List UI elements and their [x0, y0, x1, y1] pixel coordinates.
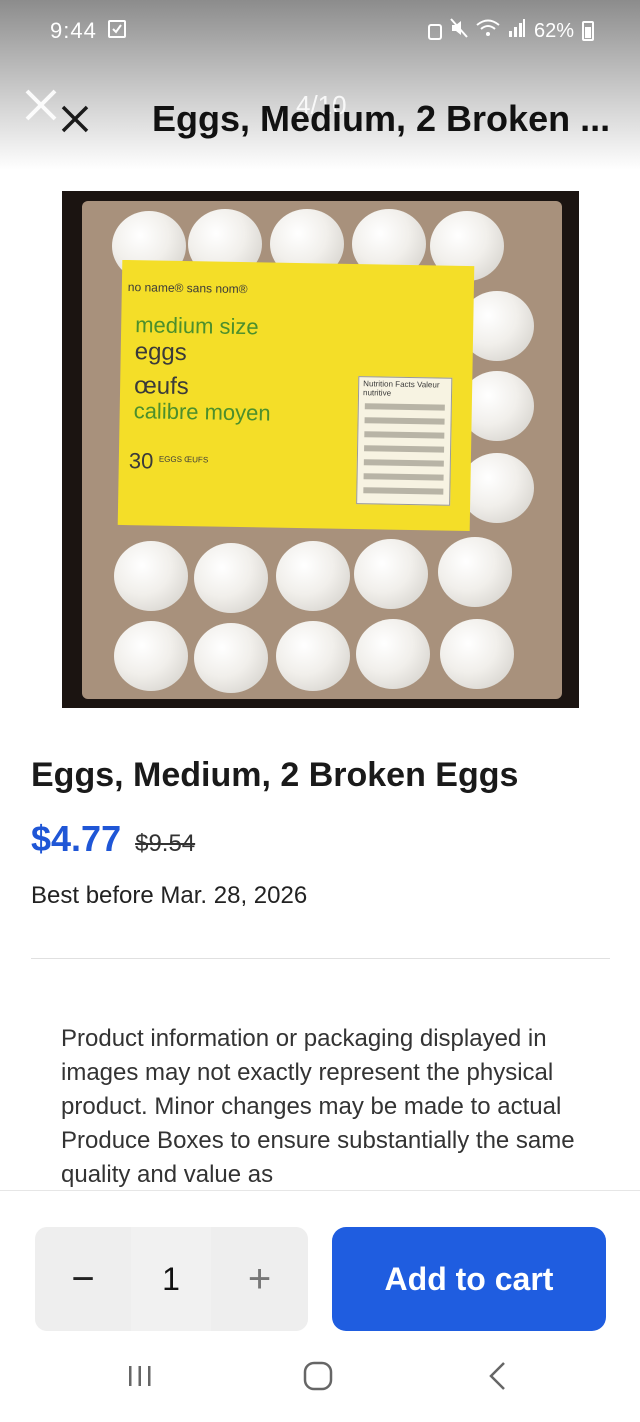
back-icon[interactable]	[484, 1360, 510, 1392]
close-icon[interactable]	[58, 102, 92, 136]
label-oeufs: œufs	[133, 372, 190, 401]
increase-quantity-button[interactable]: +	[211, 1227, 308, 1331]
label-size: medium size	[134, 312, 259, 340]
egg	[194, 543, 268, 613]
egg	[114, 621, 188, 691]
status-icons: 62%	[427, 18, 594, 44]
quantity-stepper: − 1 +	[35, 1227, 308, 1331]
check-box-icon	[108, 20, 126, 38]
egg	[356, 619, 430, 689]
decrease-quantity-button[interactable]: −	[35, 1227, 131, 1331]
status-time: 9:44	[50, 18, 97, 43]
egg	[440, 619, 514, 689]
price-row: $4.77 $9.54	[31, 818, 195, 860]
header: 4/10 Eggs, Medium, 2 Broken ...	[0, 80, 640, 160]
battery-percent: 62%	[533, 19, 574, 42]
egg-package-label: no name® sans nom® medium size eggs œufs…	[117, 259, 475, 532]
egg	[460, 453, 534, 523]
label-brand: no name® sans nom®	[127, 280, 248, 297]
lock-icon	[427, 24, 442, 40]
close-ghost-icon	[24, 88, 58, 122]
egg	[276, 541, 350, 611]
nutrition-title: Nutrition Facts Valeur nutritive	[362, 379, 440, 398]
egg	[354, 539, 428, 609]
best-before-date: Best before Mar. 28, 2026	[31, 882, 308, 909]
divider	[31, 958, 610, 959]
product-image[interactable]: no name® sans nom® medium size eggs œufs…	[62, 191, 579, 708]
egg	[276, 621, 350, 691]
product-disclaimer: Product information or packaging display…	[61, 1025, 575, 1188]
label-count: 30	[128, 448, 154, 474]
egg	[194, 623, 268, 693]
status-bar: 9:44 62%	[0, 14, 640, 48]
label-count-sub: EGGS ŒUFS	[158, 454, 209, 465]
system-nav-bar	[0, 1340, 640, 1422]
product-title: Eggs, Medium, 2 Broken Eggs	[31, 756, 519, 794]
add-to-cart-button[interactable]: Add to cart	[332, 1227, 606, 1331]
wifi-icon	[476, 19, 500, 43]
signal-icon	[508, 19, 526, 43]
original-price: $9.54	[135, 830, 196, 857]
label-calibre: calibre moyen	[133, 398, 271, 426]
home-icon[interactable]	[302, 1360, 334, 1392]
egg	[114, 541, 188, 611]
mute-icon	[450, 18, 468, 44]
quantity-value: 1	[131, 1227, 211, 1331]
nutrition-facts-panel: Nutrition Facts Valeur nutritive	[356, 376, 453, 506]
recents-icon[interactable]	[126, 1362, 154, 1390]
page-title: Eggs, Medium, 2 Broken ...	[152, 98, 611, 139]
label-eggs: eggs	[134, 338, 188, 367]
battery-icon	[582, 21, 594, 41]
egg	[438, 537, 512, 607]
current-price: $4.77	[31, 818, 122, 859]
